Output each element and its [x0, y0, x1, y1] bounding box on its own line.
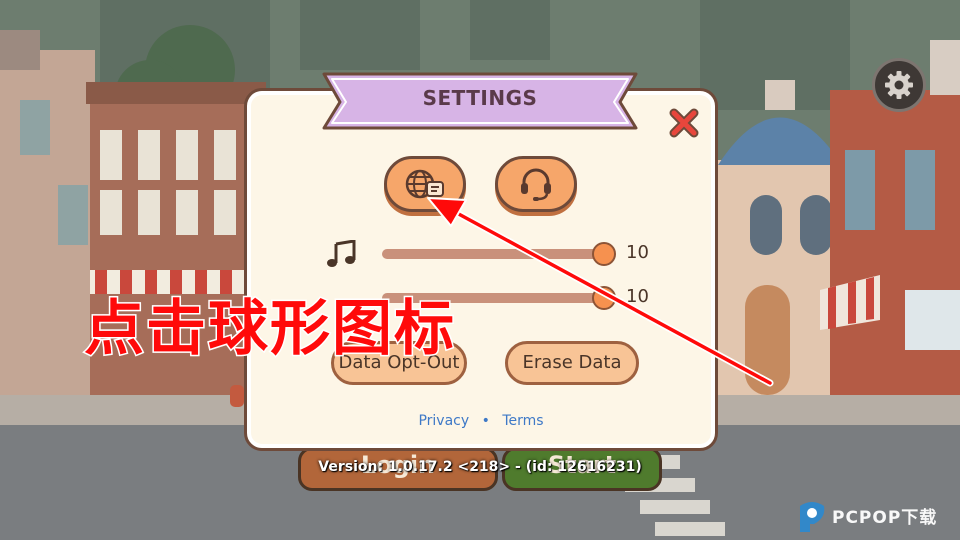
privacy-link[interactable]: Privacy	[418, 413, 469, 429]
settings-gear-button[interactable]	[872, 58, 926, 112]
headset-icon	[521, 168, 551, 201]
settings-title: SETTINGS	[422, 86, 538, 110]
gear-icon	[885, 71, 913, 99]
close-icon	[669, 108, 699, 138]
sound-value: 10	[626, 286, 649, 307]
watermark-text: PCPOP下载	[832, 508, 938, 528]
support-button[interactable]	[495, 156, 577, 212]
sound-slider-handle[interactable]	[592, 286, 616, 310]
links-separator: •	[481, 413, 490, 429]
music-note-icon	[327, 240, 356, 267]
close-button[interactable]	[666, 105, 702, 141]
version-text: Version: 1.0.17.2 <218> - (id: 12616231)	[318, 459, 642, 475]
instruction-overlay-text: 点击球形图标	[83, 293, 456, 366]
music-slider[interactable]	[382, 249, 604, 259]
terms-link[interactable]: Terms	[502, 413, 543, 429]
globe-icon	[405, 169, 444, 199]
music-slider-handle[interactable]	[592, 242, 616, 266]
music-value: 10	[626, 242, 649, 263]
legal-links: Privacy • Terms	[244, 413, 718, 429]
erase-data-button[interactable]: Erase Data	[505, 341, 639, 385]
settings-panel	[244, 88, 718, 451]
language-button[interactable]	[384, 156, 466, 212]
